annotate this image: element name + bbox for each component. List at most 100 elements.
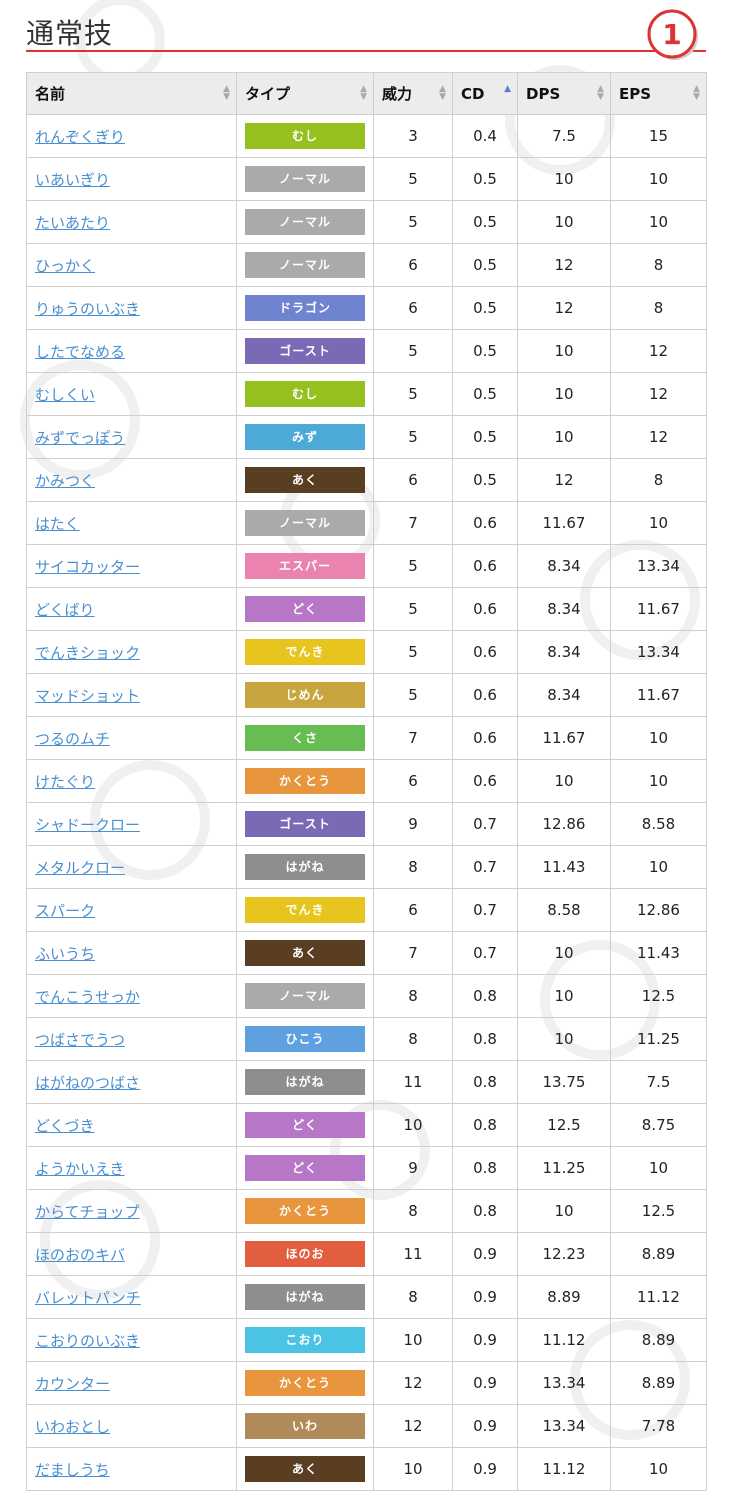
eps-cell: 10: [610, 1146, 707, 1190]
type-badge: むし: [245, 123, 365, 149]
column-header-dps[interactable]: DPS ▲ ▼: [517, 72, 611, 115]
cd-cell: 0.5: [452, 243, 518, 287]
power-cell: 7: [373, 931, 453, 975]
cd-cell: 0.8: [452, 1146, 518, 1190]
move-name-link[interactable]: ようかいえき: [35, 1160, 125, 1178]
type-badge: ノーマル: [245, 252, 365, 278]
dps-cell: 13.34: [517, 1404, 611, 1448]
sort-icon: ▲ ▼: [439, 84, 446, 102]
move-name-link[interactable]: はたく: [35, 515, 80, 533]
move-name-link[interactable]: スパーク: [35, 902, 95, 920]
type-badge: あく: [245, 1456, 365, 1482]
move-name-link[interactable]: みずでっぽう: [35, 429, 125, 447]
type-badge: ノーマル: [245, 983, 365, 1009]
move-name-link[interactable]: バレットパンチ: [35, 1289, 141, 1307]
move-name-link[interactable]: けたぐり: [35, 773, 95, 791]
move-name-link[interactable]: こおりのいぶき: [35, 1332, 140, 1350]
move-name-cell: でんこうせっか: [26, 974, 237, 1018]
table-row: ほのおのキバ ほのお 11 0.9 12.23 8.89: [26, 1232, 707, 1276]
column-header-type[interactable]: タイプ ▲ ▼: [236, 72, 374, 115]
eps-cell: 10: [610, 501, 707, 545]
eps-cell: 12.5: [610, 1189, 707, 1233]
move-name-link[interactable]: ひっかく: [35, 257, 95, 275]
move-name-cell: でんきショック: [26, 630, 237, 674]
move-type-cell: ノーマル: [236, 974, 374, 1018]
move-name-link[interactable]: むしくい: [35, 386, 95, 404]
type-badge: こおり: [245, 1327, 365, 1353]
eps-cell: 11.67: [610, 673, 707, 717]
table-row: カウンター かくとう 12 0.9 13.34 8.89: [26, 1361, 707, 1405]
move-type-cell: じめん: [236, 673, 374, 717]
move-name-link[interactable]: マッドショット: [35, 687, 140, 705]
move-name-link[interactable]: ほのおのキバ: [35, 1246, 125, 1264]
move-name-link[interactable]: サイコカッター: [35, 558, 140, 576]
move-name-cell: こおりのいぶき: [26, 1318, 237, 1362]
move-name-cell: つるのムチ: [26, 716, 237, 760]
eps-cell: 7.78: [610, 1404, 707, 1448]
dps-cell: 8.34: [517, 630, 611, 674]
move-type-cell: エスパー: [236, 544, 374, 588]
cd-cell: 0.7: [452, 845, 518, 889]
dps-cell: 11.67: [517, 501, 611, 545]
column-header-cd[interactable]: CD▲▼: [452, 72, 518, 115]
move-name-link[interactable]: したでなめる: [35, 343, 125, 361]
move-name-link[interactable]: メタルクロー: [35, 859, 125, 877]
move-name-link[interactable]: はがねのつばさ: [35, 1074, 140, 1092]
dps-cell: 8.34: [517, 673, 611, 717]
power-cell: 5: [373, 329, 453, 373]
cd-cell: 0.9: [452, 1275, 518, 1319]
move-name-cell: したでなめる: [26, 329, 237, 373]
move-name-link[interactable]: ふいうち: [35, 945, 95, 963]
table-row: ひっかく ノーマル 6 0.5 12 8: [26, 243, 707, 287]
move-name-link[interactable]: つるのムチ: [35, 730, 110, 748]
move-name-link[interactable]: いあいぎり: [35, 171, 110, 189]
table-row: どくばり どく 5 0.6 8.34 11.67: [26, 587, 707, 631]
power-cell: 6: [373, 888, 453, 932]
move-name-link[interactable]: つばさでうつ: [35, 1031, 125, 1049]
dps-cell: 10: [517, 974, 611, 1018]
eps-cell: 8: [610, 458, 707, 502]
table-body: れんぞくぎり むし 3 0.4 7.5 15 いあいぎり ノーマル 5 0.5 10 10 たいあたりノ…: [26, 114, 707, 1491]
move-name-link[interactable]: いわおとし: [35, 1418, 110, 1436]
type-badge: かくとう: [245, 768, 365, 794]
move-name-link[interactable]: でんこうせっか: [35, 988, 140, 1006]
sort-ascending-icon: ▲▼: [504, 84, 511, 94]
table-row: バレットパンチ はがね 8 0.9 8.89 11.12: [26, 1275, 707, 1319]
power-cell: 10: [373, 1318, 453, 1362]
move-name-link[interactable]: でんきショック: [35, 644, 140, 662]
cd-cell: 0.8: [452, 1103, 518, 1147]
move-name-link[interactable]: シャドークロー: [35, 816, 140, 834]
move-name-link[interactable]: りゅうのいぶき: [35, 300, 140, 318]
sort-icon: ▲ ▼: [360, 84, 367, 102]
table-row: けたぐり かくとう 6 0.6 10 10: [26, 759, 707, 803]
table-row: れんぞくぎり むし 3 0.4 7.5 15: [26, 114, 707, 158]
power-cell: 8: [373, 974, 453, 1018]
move-name-link[interactable]: どくばり: [35, 601, 95, 619]
move-type-cell: みず: [236, 415, 374, 459]
move-name-cell: けたぐり: [26, 759, 237, 803]
column-header-eps[interactable]: EPS ▲ ▼: [610, 72, 707, 115]
type-badge: あく: [245, 940, 365, 966]
move-name-link[interactable]: たいあたり: [35, 214, 110, 232]
cd-cell: 0.4: [452, 114, 518, 158]
column-header-power[interactable]: 威力 ▲ ▼: [373, 72, 453, 115]
cd-cell: 0.8: [452, 1017, 518, 1061]
type-badge: どく: [245, 596, 365, 622]
power-cell: 5: [373, 630, 453, 674]
move-name-link[interactable]: からてチョップ: [35, 1203, 140, 1221]
move-name-link[interactable]: だましうち: [35, 1461, 110, 1479]
eps-cell: 10: [610, 759, 707, 803]
dps-cell: 12: [517, 286, 611, 330]
column-header-name[interactable]: 名前 ▲ ▼: [26, 72, 237, 115]
dps-cell: 12: [517, 243, 611, 287]
cd-cell: 0.5: [452, 458, 518, 502]
move-name-link[interactable]: カウンター: [35, 1375, 110, 1393]
move-name-link[interactable]: かみつく: [35, 472, 95, 490]
move-type-cell: くさ: [236, 716, 374, 760]
move-name-cell: いわおとし: [26, 1404, 237, 1448]
move-name-link[interactable]: どくづき: [35, 1117, 95, 1135]
type-badge: はがね: [245, 1284, 365, 1310]
dps-cell: 10: [517, 415, 611, 459]
move-name-link[interactable]: れんぞくぎり: [35, 128, 125, 146]
dps-cell: 12.23: [517, 1232, 611, 1276]
